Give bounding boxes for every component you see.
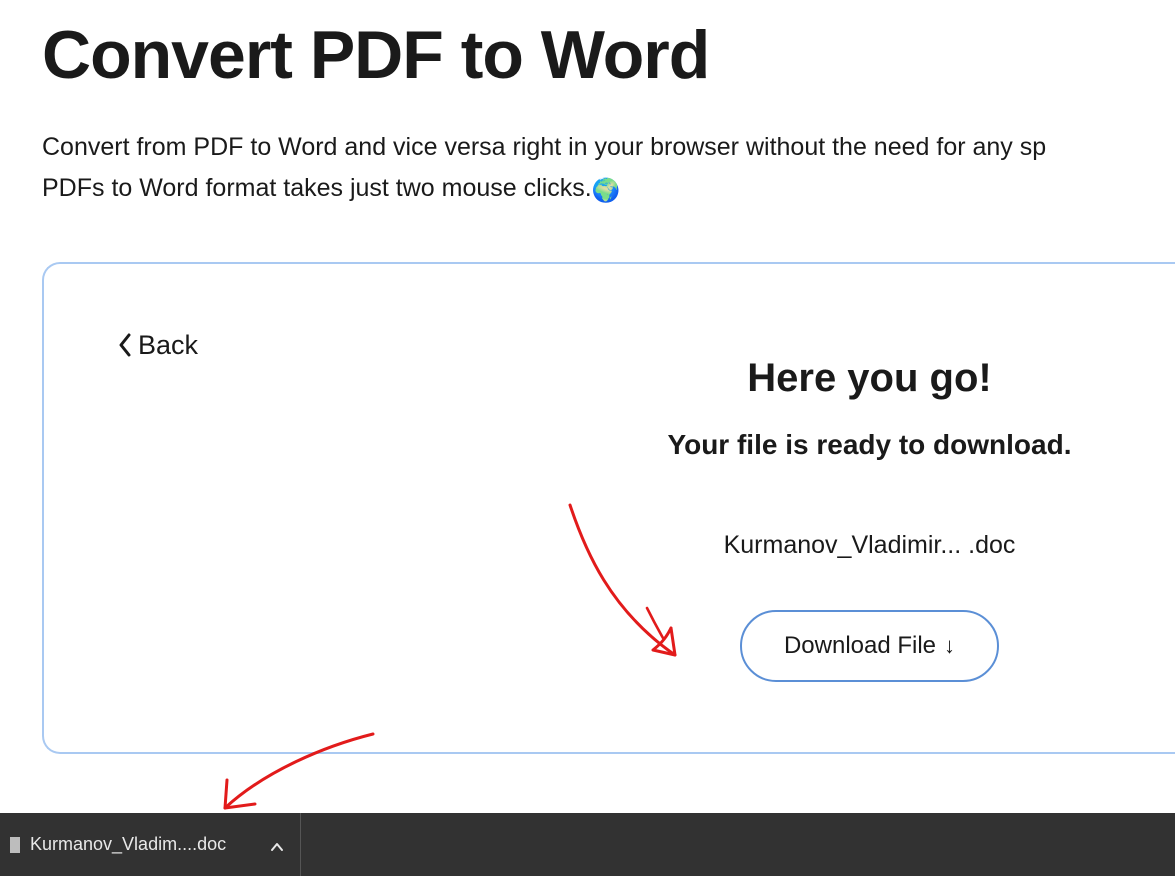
back-button[interactable]: Back xyxy=(118,330,198,361)
result-filename: Kurmanov_Vladimir... .doc xyxy=(530,531,1175,560)
result-heading: Here you go! xyxy=(530,356,1175,401)
download-arrow-icon: ↓ xyxy=(944,633,955,659)
description-line2: PDFs to Word format takes just two mouse… xyxy=(42,174,592,202)
download-shelf-filename: Kurmanov_Vladim....doc xyxy=(30,834,226,855)
chevron-up-icon xyxy=(270,838,284,852)
page-title: Convert PDF to Word xyxy=(42,18,1175,93)
result-area: Here you go! Your file is ready to downl… xyxy=(530,356,1175,682)
download-button-label: Download File xyxy=(784,632,936,660)
download-file-button[interactable]: Download File ↓ xyxy=(740,610,999,682)
description-line1: Convert from PDF to Word and vice versa … xyxy=(42,133,1046,161)
file-icon xyxy=(10,835,20,855)
download-shelf-item[interactable]: Kurmanov_Vladim....doc xyxy=(0,813,301,876)
result-subheading: Your file is ready to download. xyxy=(530,429,1175,461)
conversion-result-card: Back Here you go! Your file is ready to … xyxy=(42,262,1175,754)
browser-download-shelf: Kurmanov_Vladim....doc xyxy=(0,813,1175,876)
chevron-left-icon xyxy=(118,333,132,357)
back-label: Back xyxy=(138,330,198,361)
page-description: Convert from PDF to Word and vice versa … xyxy=(42,127,1175,210)
globe-icon: 🌍 xyxy=(592,177,621,203)
